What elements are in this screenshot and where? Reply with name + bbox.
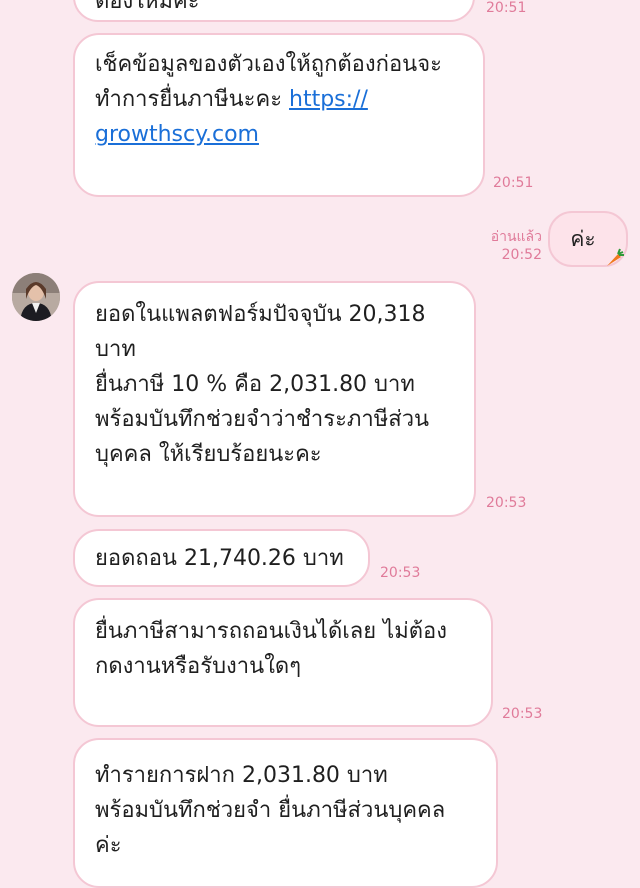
message-time: 20:53 (502, 706, 543, 722)
message-bubble-deposit: ทำรายการฝาก 2,031.80 บาท พร้อมบันทึกช่วย… (73, 738, 498, 888)
read-label: อ่านแล้ว (490, 229, 542, 245)
message-text: ค่ะ (570, 226, 596, 251)
message-link[interactable]: https:// (289, 87, 368, 112)
message-text: พร้อมบันทึกช่วยจำว่าชำระภาษีส่วน (95, 407, 430, 432)
avatar-image (12, 273, 60, 321)
message-bubble-platform-balance: ยอดในแพลตฟอร์มปัจจุบัน 20,318 บาท ยื่นภา… (73, 281, 476, 517)
message-bubble-withdraw-amount: ยอดถอน 21,740.26 บาท (73, 529, 370, 587)
message-time: 20:53 (486, 495, 527, 511)
message-time: 20:53 (380, 565, 421, 581)
message-text: กดงานหรือรับงานใดๆ (95, 654, 302, 679)
message-text: ยอดในแพลตฟอร์มปัจจุบัน 20,318 (95, 302, 426, 327)
carrot-icon (607, 248, 624, 266)
message-link-continued[interactable]: growthscy.com (95, 117, 463, 152)
sender-avatar[interactable] (12, 273, 60, 321)
message-text: เช็คข้อมูลของตัวเองให้ถูกต้องก่อนจะ (95, 52, 442, 77)
message-text: ยอดถอน 21,740.26 บาท (95, 546, 344, 571)
message-text: ค่ะ (95, 833, 122, 858)
message-text: พร้อมบันทึกช่วยจำ ยื่นภาษีส่วนบุคคล (95, 798, 446, 823)
message-time: 20:52 (501, 247, 542, 263)
message-time: 20:51 (493, 175, 534, 191)
message-text-part: ทำการยื่นภาษีนะคะ (95, 87, 290, 112)
message-text: ทำการยื่นภาษีนะคะ https:// (95, 82, 463, 117)
message-text: บุคคล ให้เรียบร้อยนะคะ (95, 442, 322, 467)
message-text: บาท (95, 337, 136, 362)
message-time: 20:51 (486, 0, 527, 16)
message-bubble-check-info: เช็คข้อมูลของตัวเองให้ถูกต้องก่อนจะ ทำกา… (73, 33, 485, 197)
message-bubble-top-partial: ต้องใหม่ค่ะ (73, 0, 475, 22)
message-bubble-withdraw-info: ยื่นภาษีสามารถถอนเงินได้เลย ไม่ต้อง กดงา… (73, 598, 493, 727)
message-text: ต้องใหม่ค่ะ (95, 0, 200, 14)
message-text: ยื่นภาษี 10 % คือ 2,031.80 บาท (95, 372, 415, 397)
message-text: ยื่นภาษีสามารถถอนเงินได้เลย ไม่ต้อง (95, 619, 447, 644)
read-receipt: อ่านแล้ว 20:52 (480, 228, 542, 264)
message-text: ทำรายการฝาก 2,031.80 บาท (95, 763, 388, 788)
